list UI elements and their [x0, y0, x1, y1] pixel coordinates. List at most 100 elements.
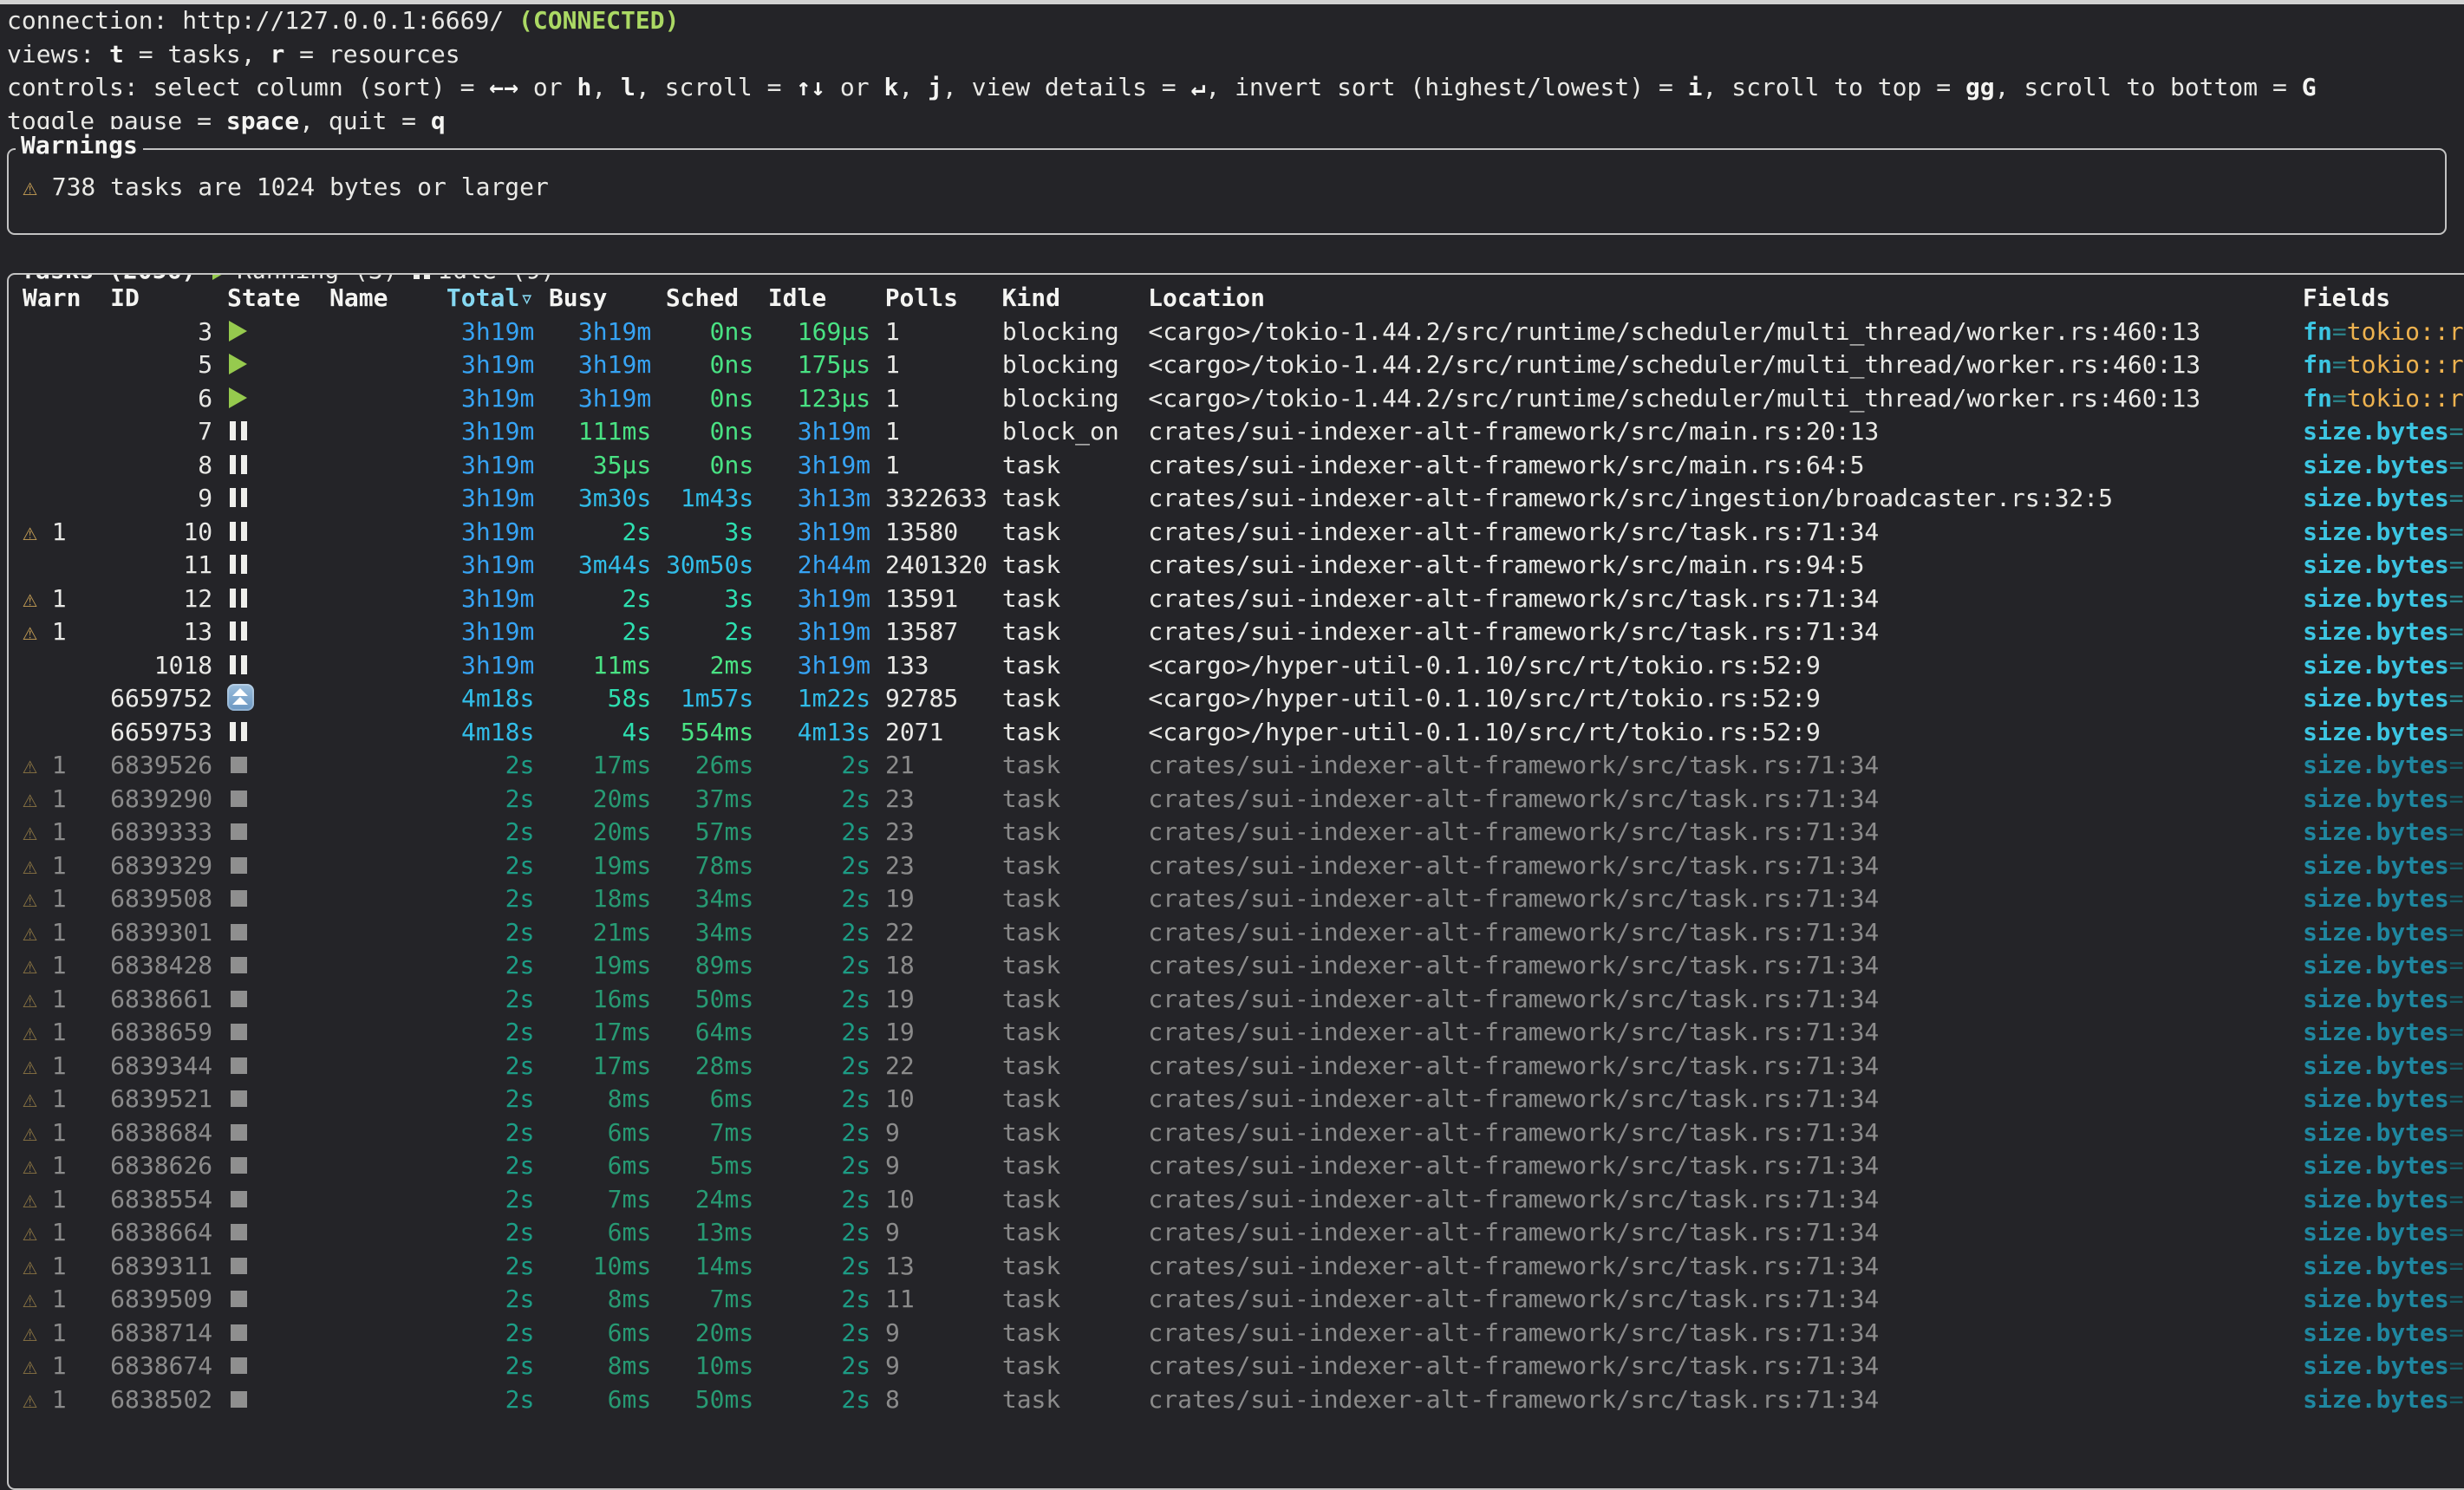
play-icon — [227, 387, 257, 409]
table-body: 3 3h19m 3h19m 0ns 169µs 1 blocking <carg… — [23, 316, 2464, 1417]
stopped-icon — [227, 1354, 257, 1376]
table-row[interactable]: ⚠ 1 6838502 2s 6ms 50ms 2s 8 task crates… — [23, 1383, 2464, 1417]
table-row[interactable]: ⚠ 1 6839311 2s 10ms 14ms 2s 13 task crat… — [23, 1250, 2464, 1284]
table-row[interactable]: 1018 3h19m 11ms 2ms 3h19m 133 task <carg… — [23, 649, 2464, 683]
table-row[interactable]: ⚠ 1 6838664 2s 6ms 13ms 2s 9 task crates… — [23, 1216, 2464, 1250]
stopped-icon — [227, 953, 257, 976]
table-row[interactable]: ⚠ 1 6838659 2s 17ms 64ms 2s 19 task crat… — [23, 1016, 2464, 1050]
table-row[interactable]: ⚠ 1 12 3h19m 2s 3s 3h19m 13591 task crat… — [23, 582, 2464, 616]
table-row[interactable]: ⚠ 1 6839508 2s 18ms 34ms 2s 19 task crat… — [23, 882, 2464, 916]
table-row[interactable]: ⚠ 1 6839509 2s 8ms 7ms 2s 11 task crates… — [23, 1283, 2464, 1317]
tasks-tab[interactable]: Tasks (2056) — [21, 273, 196, 284]
play-icon — [227, 353, 257, 375]
column-header-kind[interactable]: Kind — [1002, 283, 1134, 312]
column-header-busy[interactable]: Busy — [549, 283, 651, 312]
warnings-panel-title: Warnings — [16, 129, 143, 163]
column-header-total[interactable]: Total▿ — [447, 283, 534, 312]
controls-help-line: controls: select column (sort) = ←→ or h… — [0, 71, 2464, 105]
stopped-icon — [227, 854, 257, 876]
warning-icon: ⚠ — [23, 172, 37, 201]
column-header-name[interactable]: Name — [329, 283, 432, 312]
table-row[interactable]: ⚠ 1 6839290 2s 20ms 37ms 2s 23 task crat… — [23, 783, 2464, 817]
tokio-console-screen: connection: http://127.0.0.1:6669/ (CONN… — [0, 4, 2464, 1490]
column-header-sched[interactable]: Sched — [666, 283, 753, 312]
pause-icon — [227, 720, 257, 743]
table-row[interactable]: ⚠ 1 6838626 2s 6ms 5ms 2s 9 task crates/… — [23, 1149, 2464, 1183]
stopped-icon — [227, 1321, 257, 1344]
pause-icon — [227, 520, 257, 543]
connection-line: connection: http://127.0.0.1:6669/ (CONN… — [0, 4, 2464, 38]
pause-icon — [227, 553, 257, 576]
column-header-state[interactable]: State — [227, 283, 315, 312]
table-row[interactable]: ⚠ 1 6839333 2s 20ms 57ms 2s 23 task crat… — [23, 816, 2464, 849]
column-header-idle[interactable]: Idle — [768, 283, 870, 312]
table-row[interactable]: 5 3h19m 3h19m 0ns 175µs 1 blocking <carg… — [23, 348, 2464, 382]
table-row[interactable]: ⚠ 1 10 3h19m 2s 3s 3h19m 13580 task crat… — [23, 516, 2464, 550]
table-row[interactable]: ⚠ 1 6839526 2s 17ms 26ms 2s 21 task crat… — [23, 749, 2464, 783]
stopped-icon — [227, 1121, 257, 1143]
tasks-panel-title: Tasks (2056) Running (3) Idle (9) — [16, 273, 560, 288]
views-help-line: views: t = tasks, r = resources — [0, 38, 2464, 72]
table-row[interactable]: ⚠ 1 6838684 2s 6ms 7ms 2s 9 task crates/… — [23, 1116, 2464, 1150]
stopped-icon — [227, 1020, 257, 1043]
column-header-polls[interactable]: Polls — [885, 283, 988, 312]
table-row[interactable]: 6659752 4m18s 58s 1m57s 1m22s 92785 task… — [23, 682, 2464, 716]
running-count: Running (3) — [237, 273, 397, 284]
table-row[interactable]: ⚠ 1 6838554 2s 7ms 24ms 2s 10 task crate… — [23, 1183, 2464, 1217]
stopped-icon — [227, 887, 257, 909]
tasks-panel: Tasks (2056) Running (3) Idle (9) Warn I… — [7, 273, 2464, 1490]
table-row[interactable]: ⚠ 1 6839301 2s 21ms 34ms 2s 22 task crat… — [23, 916, 2464, 950]
pause-icon — [227, 587, 257, 609]
stopped-icon — [227, 1220, 257, 1243]
pause-icon — [227, 654, 257, 676]
pause-icon — [227, 453, 257, 476]
stopped-icon — [227, 1187, 257, 1210]
table-row[interactable]: ⚠ 1 13 3h19m 2s 2s 3h19m 13587 task crat… — [23, 615, 2464, 649]
stopped-icon — [227, 1287, 257, 1310]
stopped-icon — [227, 1154, 257, 1176]
pause-icon — [227, 420, 257, 442]
table-row[interactable]: ⚠ 1 6839329 2s 19ms 78ms 2s 23 task crat… — [23, 849, 2464, 883]
table-row[interactable]: 8 3h19m 35µs 0ns 3h19m 1 task crates/sui… — [23, 449, 2464, 483]
running-play-icon — [211, 273, 237, 281]
column-header-warn[interactable]: Warn — [23, 283, 95, 312]
idle-pause-icon — [412, 273, 438, 281]
column-header-location[interactable]: Location — [1148, 283, 2288, 312]
stopped-icon — [227, 921, 257, 943]
table-row[interactable]: ⚠ 1 6838674 2s 8ms 10ms 2s 9 task crates… — [23, 1350, 2464, 1383]
play-icon — [227, 320, 257, 342]
table-row[interactable]: 9 3h19m 3m30s 1m43s 3h13m 3322633 task c… — [23, 482, 2464, 516]
stopped-icon — [227, 1254, 257, 1277]
table-row[interactable]: 3 3h19m 3h19m 0ns 169µs 1 blocking <carg… — [23, 316, 2464, 349]
stopped-icon — [227, 753, 257, 776]
connection-label: connection: — [7, 6, 182, 35]
tasks-table: Warn ID State Name Total▿ Busy Sched Idl… — [9, 275, 2464, 1416]
warning-item: ⚠ 738 tasks are 1024 bytes or larger — [9, 150, 2445, 205]
connection-url: http://127.0.0.1:6669/ — [182, 6, 518, 35]
pause-icon — [227, 620, 257, 642]
connection-status: (CONNECTED) — [518, 6, 679, 35]
table-row[interactable]: ⚠ 1 6838428 2s 19ms 89ms 2s 18 task crat… — [23, 949, 2464, 983]
column-header-fields[interactable]: Fields — [2303, 283, 2464, 312]
stopped-icon — [227, 787, 257, 810]
woken-icon — [227, 686, 257, 709]
table-row[interactable]: 6659753 4m18s 4s 554ms 4m13s 2071 task <… — [23, 716, 2464, 750]
table-row[interactable]: 6 3h19m 3h19m 0ns 123µs 1 blocking <carg… — [23, 382, 2464, 416]
table-row[interactable]: 7 3h19m 111ms 0ns 3h19m 1 block_on crate… — [23, 415, 2464, 449]
table-row[interactable]: ⚠ 1 6839344 2s 17ms 28ms 2s 22 task crat… — [23, 1050, 2464, 1083]
stopped-icon — [227, 1388, 257, 1410]
toggle-help-line: toggle pause = space, quit = q — [0, 105, 2464, 139]
table-row[interactable]: ⚠ 1 6838661 2s 16ms 50ms 2s 19 task crat… — [23, 983, 2464, 1017]
table-row[interactable]: 11 3h19m 3m44s 30m50s 2h44m 2401320 task… — [23, 549, 2464, 582]
stopped-icon — [227, 987, 257, 1010]
stopped-icon — [227, 1087, 257, 1109]
idle-count: Idle (9) — [438, 273, 555, 284]
column-header-id[interactable]: ID — [110, 283, 212, 312]
warning-text: 738 tasks are 1024 bytes or larger — [37, 172, 549, 201]
table-row[interactable]: ⚠ 1 6839521 2s 8ms 6ms 2s 10 task crates… — [23, 1083, 2464, 1116]
warnings-panel: Warnings ⚠ 738 tasks are 1024 bytes or l… — [7, 148, 2447, 235]
pause-icon — [227, 486, 257, 509]
table-row[interactable]: ⚠ 1 6838714 2s 6ms 20ms 2s 9 task crates… — [23, 1317, 2464, 1350]
stopped-icon — [227, 1054, 257, 1077]
stopped-icon — [227, 820, 257, 843]
